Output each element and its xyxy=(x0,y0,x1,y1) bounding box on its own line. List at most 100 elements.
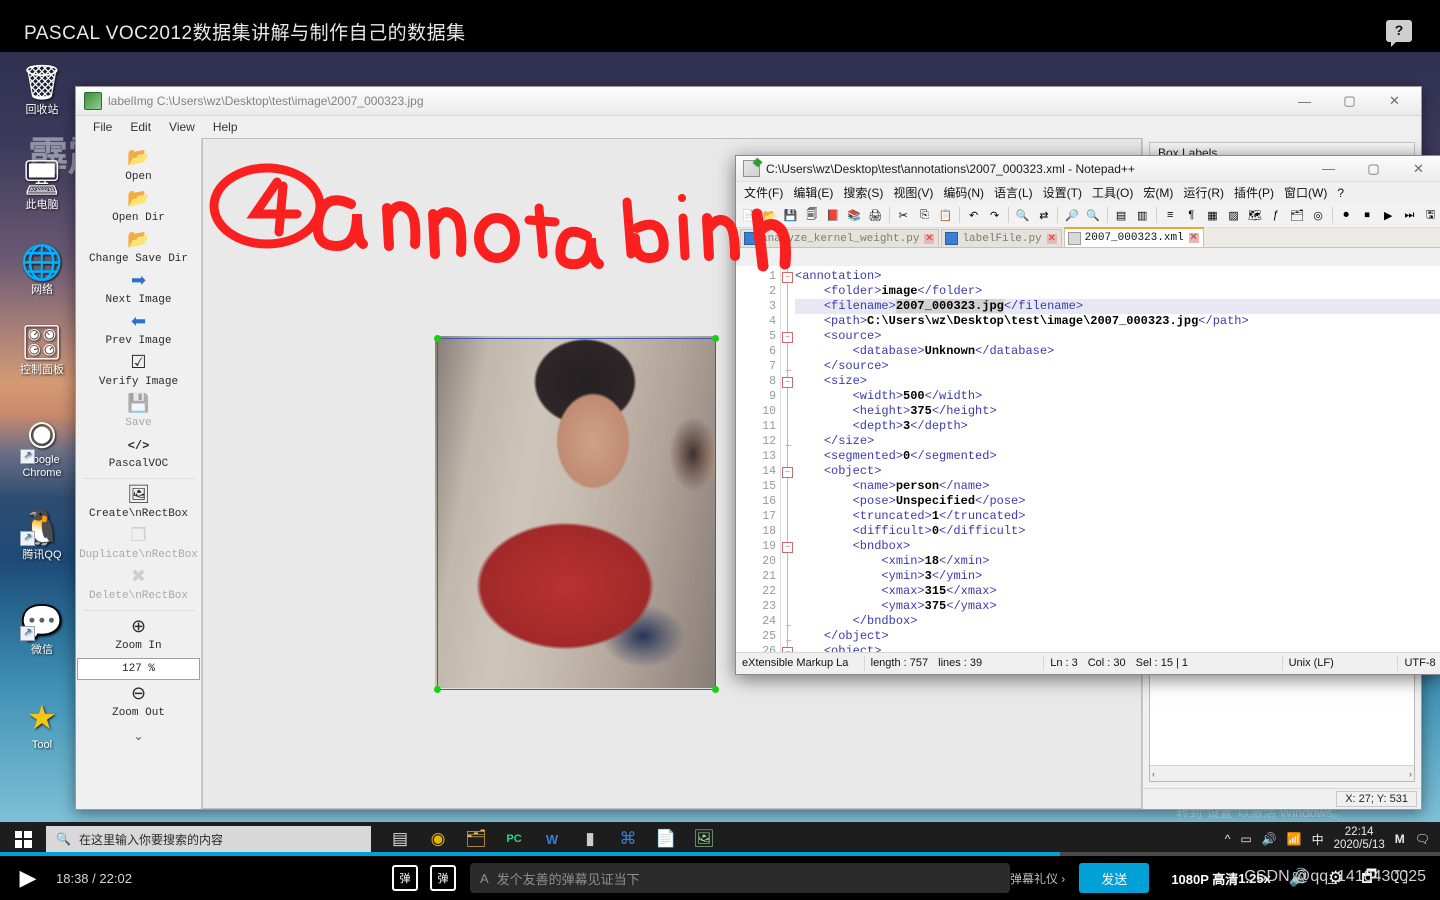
taskbar-search-input[interactable]: 🔍 在这里输入你要搜索的内容 xyxy=(46,826,371,852)
tray-ime-icon[interactable]: 中 xyxy=(1312,831,1324,848)
taskbar-pycharm-icon[interactable]: PC xyxy=(497,822,531,856)
tool-duplicate-rectbox[interactable]: ❐Duplicate\nRectBox xyxy=(77,524,200,565)
desktop-icon-recycle-bin[interactable]: 🗑 回收站 xyxy=(6,62,78,117)
tray-volume-icon[interactable]: 🔊 xyxy=(1262,832,1277,846)
bounding-box[interactable] xyxy=(437,338,716,690)
danmaku-settings-icon[interactable]: 弹 xyxy=(430,865,456,891)
npp-menu-view[interactable]: 视图(V) xyxy=(888,183,938,202)
npp-menu-window[interactable]: 窗口(W) xyxy=(1279,183,1332,202)
code-area[interactable]: <annotation> <folder>image</folder> <fil… xyxy=(795,266,1440,652)
menu-view[interactable]: View xyxy=(160,118,204,136)
tool-open[interactable]: 📂Open xyxy=(77,146,200,187)
code-line[interactable]: <ymin>3</ymin> xyxy=(795,569,1440,584)
sync-scroll-h-icon[interactable]: ▥ xyxy=(1133,205,1152,225)
npp-menu-edit[interactable]: 编辑(E) xyxy=(788,183,838,202)
user-defined-lang-icon[interactable]: ▨ xyxy=(1224,205,1243,225)
cut-icon[interactable]: ✂ xyxy=(894,205,913,225)
open-file-icon[interactable]: 📂 xyxy=(760,205,779,225)
fold-marker[interactable]: − xyxy=(781,464,795,479)
desktop-icon-network[interactable]: 🌐 网络 xyxy=(6,242,78,297)
tray-analytics-icon[interactable]: M xyxy=(1395,832,1405,846)
fold-marker[interactable]: − xyxy=(781,539,795,554)
notepadpp-close-button[interactable]: ✕ xyxy=(1396,155,1440,182)
fold-marker[interactable]: − xyxy=(781,644,795,652)
menu-file[interactable]: File xyxy=(84,118,121,136)
macro-play-multiple-icon[interactable]: ⏭ xyxy=(1400,205,1419,225)
danmaku-on-icon[interactable]: 弹 xyxy=(392,865,418,891)
macro-play-icon[interactable]: ▶ xyxy=(1379,205,1398,225)
fold-marker[interactable]: − xyxy=(781,329,795,344)
start-button[interactable] xyxy=(0,822,46,856)
code-line[interactable]: <source> xyxy=(795,329,1440,344)
macro-stop-icon[interactable]: ⏹ xyxy=(1358,205,1377,225)
taskbar-file-explorer-icon[interactable]: 🗂 xyxy=(459,822,493,856)
tool-format-pascalvoc[interactable]: </>PascalVOC xyxy=(77,433,200,474)
desktop-icon-qq[interactable]: 🐧 腾讯QQ ↗ xyxy=(6,507,78,562)
code-line[interactable]: <database>Unknown</database> xyxy=(795,344,1440,359)
close-file-icon[interactable]: 📕 xyxy=(823,205,842,225)
code-line[interactable]: <folder>image</folder> xyxy=(795,284,1440,299)
doc-map-icon[interactable]: 🗺 xyxy=(1245,205,1264,225)
code-line[interactable]: <bndbox> xyxy=(795,539,1440,554)
code-line[interactable]: </object> xyxy=(795,629,1440,644)
notepadpp-minimize-button[interactable]: — xyxy=(1306,155,1351,182)
video-progress-bar[interactable] xyxy=(0,852,1440,856)
code-line[interactable]: <size> xyxy=(795,374,1440,389)
code-line[interactable]: <depth>3</depth> xyxy=(795,419,1440,434)
show-all-chars-icon[interactable]: ¶ xyxy=(1182,205,1201,225)
code-line[interactable]: <xmax>315</xmax> xyxy=(795,584,1440,599)
desktop-icon-control-panel[interactable]: 🎛 控制面板 xyxy=(6,322,78,377)
npp-menu-help[interactable]: ? xyxy=(1332,185,1349,201)
taskbar-chrome-icon[interactable]: ◉ xyxy=(421,822,455,856)
code-line[interactable]: </size> xyxy=(795,434,1440,449)
fold-marker[interactable]: − xyxy=(781,374,795,389)
replace-icon[interactable]: ⇄ xyxy=(1034,205,1053,225)
tool-next-image[interactable]: ➡Next Image xyxy=(77,269,200,310)
find-icon[interactable]: 🔍 xyxy=(1013,205,1032,225)
send-danmaku-button[interactable]: 发送 xyxy=(1079,863,1149,893)
code-line[interactable]: <annotation> xyxy=(795,269,1440,284)
npp-menu-settings[interactable]: 设置(T) xyxy=(1038,183,1087,202)
notepadpp-maximize-button[interactable]: ▢ xyxy=(1351,155,1396,182)
tool-prev-image[interactable]: ⬅Prev Image xyxy=(77,310,200,351)
box-labels-hscrollbar[interactable]: ‹ › xyxy=(1150,765,1414,781)
tool-change-save-dir[interactable]: 📂Change Save Dir xyxy=(77,228,200,269)
play-button[interactable]: ▶ xyxy=(0,865,56,891)
tab-close-icon[interactable]: ✕ xyxy=(1047,234,1057,244)
npp-menu-search[interactable]: 搜索(S) xyxy=(838,183,888,202)
tool-verify-image[interactable]: ☑Verify Image xyxy=(77,351,200,392)
tool-open-dir[interactable]: 📂Open Dir xyxy=(77,187,200,228)
desktop-icon-chrome[interactable]: ◉ Google Chrome ↗ xyxy=(6,412,78,480)
redo-icon[interactable]: ↷ xyxy=(985,205,1004,225)
print-icon[interactable]: 🖨 xyxy=(866,205,885,225)
code-line[interactable]: <pose>Unspecified</pose> xyxy=(795,494,1440,509)
code-line[interactable]: <xmin>18</xmin> xyxy=(795,554,1440,569)
scroll-left-arrow-icon[interactable]: ‹ xyxy=(1152,769,1155,779)
desktop-icon-this-pc[interactable]: 🖥 此电脑 xyxy=(6,157,78,212)
tool-create-rectbox[interactable]: 🖼Create\nRectBox xyxy=(77,483,200,524)
task-view-icon[interactable]: ▤ xyxy=(383,822,417,856)
menu-edit[interactable]: Edit xyxy=(121,118,160,136)
taskbar-powershell-icon[interactable]: ⌘ xyxy=(611,822,645,856)
new-file-icon[interactable]: 📄 xyxy=(739,205,758,225)
danmaku-etiquette-link[interactable]: 弹幕礼仪 › xyxy=(1010,870,1065,887)
danmaku-input[interactable]: A 发个友善的弹幕见证当下 xyxy=(470,863,1010,893)
toolbar-more-chevron-icon[interactable]: ⌄ xyxy=(133,729,143,743)
code-line[interactable]: <object> xyxy=(795,644,1440,652)
sync-scroll-v-icon[interactable]: ▤ xyxy=(1112,205,1131,225)
npp-menu-run[interactable]: 运行(R) xyxy=(1178,183,1229,202)
taskbar-labelimg-icon[interactable]: 🖼 xyxy=(687,822,721,856)
quality-selector[interactable]: 1080P 高清 xyxy=(1171,869,1238,888)
desktop-icon-tool[interactable]: ★ Tool xyxy=(6,697,78,752)
zoom-out-icon[interactable]: 🔍 xyxy=(1083,205,1102,225)
action-center-icon[interactable]: 🗨 xyxy=(1415,832,1430,846)
labelimg-maximize-button[interactable]: ▢ xyxy=(1327,88,1372,115)
code-line[interactable]: </source> xyxy=(795,359,1440,374)
tab-2007-000323-xml[interactable]: 2007_000323.xml ✕ xyxy=(1064,227,1204,247)
menu-help[interactable]: Help xyxy=(204,118,247,136)
save-all-icon[interactable]: 🗐 xyxy=(802,205,821,225)
npp-menu-macro[interactable]: 宏(M) xyxy=(1138,183,1178,202)
code-line[interactable]: <name>person</name> xyxy=(795,479,1440,494)
npp-menu-plugins[interactable]: 插件(P) xyxy=(1229,183,1279,202)
taskbar-terminal-icon[interactable]: ▮ xyxy=(573,822,607,856)
